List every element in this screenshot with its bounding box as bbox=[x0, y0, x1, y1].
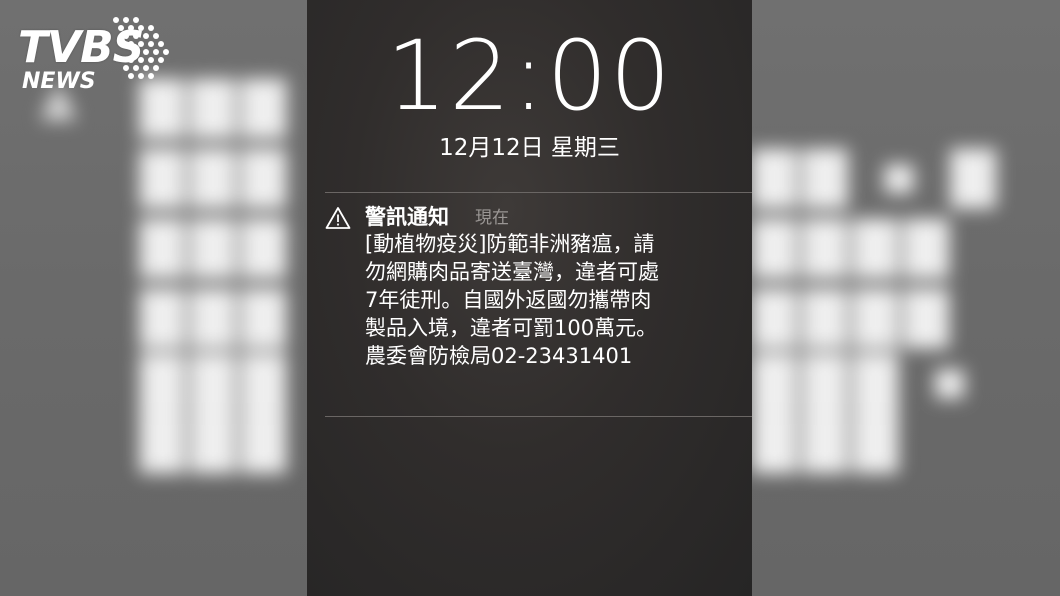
blurred-background-right: ▇▇ ▪ ▇ ▇▇▇▇ ▇▇▇▇ ▇▇▇ ▪ ▇▇▇ bbox=[752, 0, 1060, 596]
blurred-text-right: ▇▇ ▪ ▇ ▇▇▇▇ ▇▇▇▇ ▇▇▇ ▪ ▇▇▇ bbox=[752, 140, 1002, 473]
logo-dot-pattern-icon bbox=[113, 17, 169, 79]
tvbs-news-logo: TVBS NEWS bbox=[18, 14, 170, 96]
notification-divider-top bbox=[325, 192, 752, 193]
lockscreen-date: 12月12日 星期三 bbox=[439, 135, 620, 161]
notification-time: 現在 bbox=[475, 208, 509, 228]
logo-sub-text: NEWS bbox=[22, 69, 96, 94]
notification-title: 警訊通知 bbox=[365, 205, 449, 229]
notification-body: [動植物疫災]防範非洲豬瘟，請 勿網購肉品寄送臺灣，違者可處 7年徒刑。自國外返… bbox=[365, 232, 659, 368]
notification-divider-bottom bbox=[325, 416, 752, 417]
lockscreen-clock: 12:00 bbox=[386, 20, 673, 132]
phone-lock-screen: 12:00 12月12日 星期三 警訊通知 現在 [動植物疫災]防範非洲豬瘟，請… bbox=[307, 0, 752, 596]
warning-triangle-icon bbox=[325, 207, 351, 229]
